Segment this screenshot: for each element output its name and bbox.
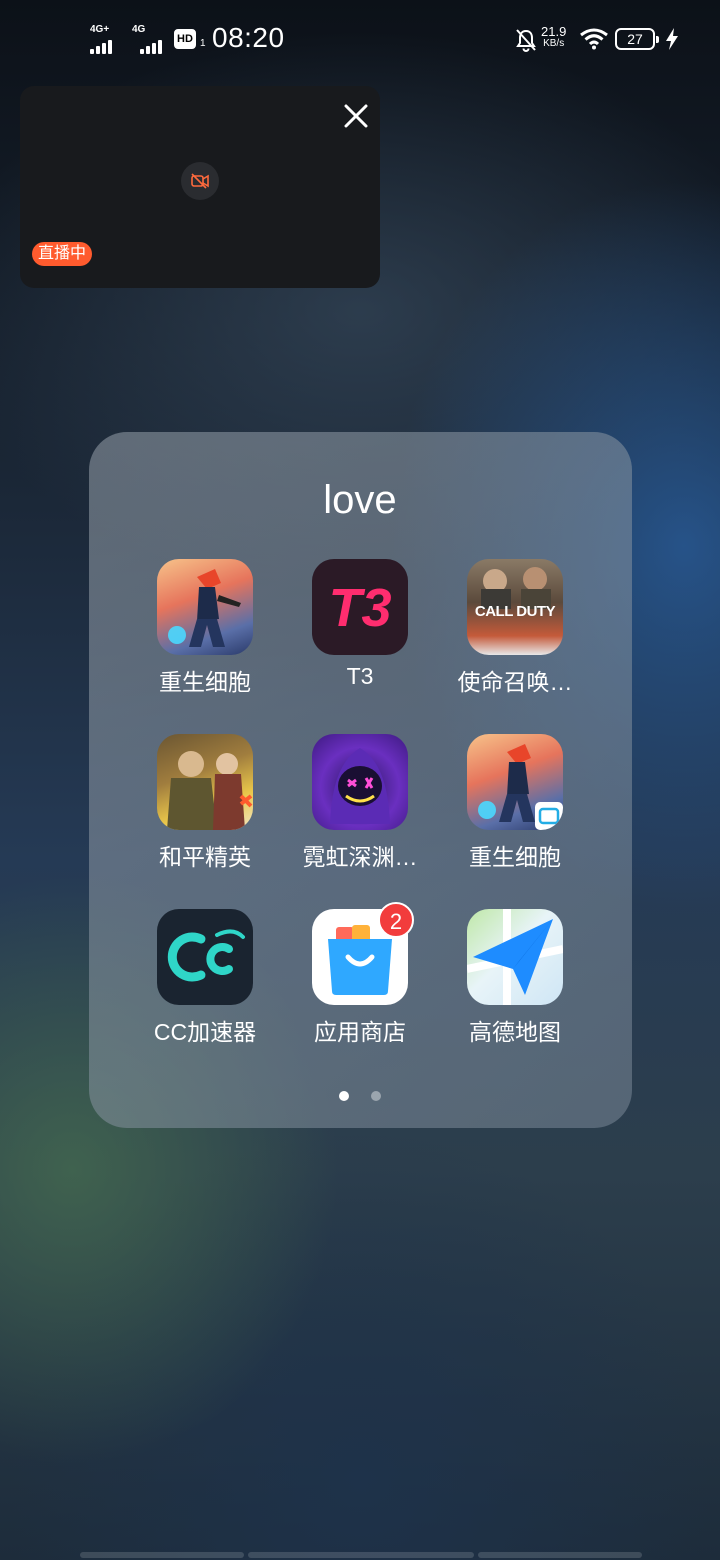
network-speed-value: 21.9 xyxy=(541,24,567,39)
live-status-badge: 直播中 xyxy=(32,242,93,266)
peace-elite-icon xyxy=(157,734,253,830)
page-dot-active[interactable] xyxy=(339,1091,349,1101)
cc-accelerator-icon xyxy=(157,909,253,1005)
t3-icon: T3 xyxy=(312,559,408,655)
hd-voice-icon: HD xyxy=(174,29,196,49)
app-label: 重生细胞 xyxy=(469,844,561,870)
signal-sim2-icon: 4G xyxy=(132,24,162,54)
network-speed: 21.9 KB/s xyxy=(541,24,567,50)
app-label: 应用商店 xyxy=(314,1019,406,1045)
charging-icon xyxy=(666,28,678,50)
hd-sim-index: 1 xyxy=(200,38,206,49)
close-icon[interactable] xyxy=(336,96,376,136)
sim1-network-type: 4G+ xyxy=(90,24,110,35)
folder-page-indicator[interactable] xyxy=(0,1088,720,1106)
notification-badge: 2 xyxy=(378,902,414,938)
clock: 08:20 xyxy=(212,22,285,53)
app-label: T3 xyxy=(346,663,374,689)
notifications-muted-icon xyxy=(516,29,536,52)
nav-hint-left xyxy=(80,1552,244,1558)
call-of-duty-icon: CALL DUTY xyxy=(467,559,563,655)
dead-cells-bilibili-icon xyxy=(467,734,563,830)
page-dot-inactive[interactable] xyxy=(371,1091,381,1101)
app-label: 重生细胞 xyxy=(159,669,251,695)
camera-off-icon xyxy=(181,162,219,200)
battery-icon: 27 xyxy=(615,28,659,50)
app-label: 高德地图 xyxy=(469,1019,561,1045)
wifi-icon xyxy=(580,28,608,50)
nav-hint-right xyxy=(478,1552,642,1558)
app-label: 和平精英 xyxy=(159,844,251,870)
signal-sim1-icon: 4G+ xyxy=(90,24,112,54)
app-label: 霓虹深渊… xyxy=(302,844,418,870)
call-of-duty-logo: CALL DUTY xyxy=(474,603,556,620)
network-speed-unit: KB/s xyxy=(543,38,565,49)
sim2-network-type: 4G xyxy=(132,24,146,35)
nav-hint-center xyxy=(248,1552,474,1558)
app-label: 使命召唤… xyxy=(457,669,573,695)
amap-icon xyxy=(467,909,563,1005)
t3-logo: T3 xyxy=(328,578,392,638)
app-label: CC加速器 xyxy=(153,1019,257,1045)
folder-title[interactable]: love xyxy=(0,478,720,523)
dead-cells-icon xyxy=(157,559,253,655)
status-bar: 4G+ 4G HD 1 08:20 21.9 KB/s 27 xyxy=(0,0,720,80)
neon-abyss-icon xyxy=(312,734,408,830)
